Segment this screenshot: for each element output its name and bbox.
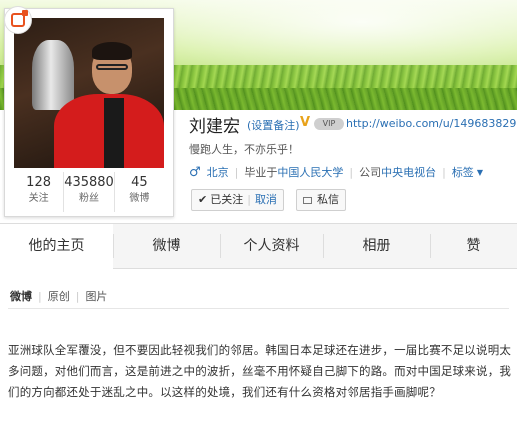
avatar-trophy xyxy=(32,40,74,110)
follow-status-button[interactable]: ✔ 已关注 | 取消 xyxy=(191,189,284,211)
feed-filter: 微博 | 原创 | 图片 xyxy=(10,288,108,304)
private-message-button[interactable]: 私信 xyxy=(296,189,346,211)
profile-card: 128 关注 435880 粉丝 45 微博 xyxy=(4,8,174,217)
followed-label: 已关注 xyxy=(210,193,244,206)
company-link[interactable]: 中央电视台 xyxy=(381,164,436,180)
mail-icon xyxy=(303,196,312,204)
profile-meta: ♂ 北京 | 毕业于 中国人民大学 | 公司 中央电视台 | 标签 ▼ xyxy=(189,164,483,180)
profile-url[interactable]: http://weibo.com/u/1496838293 xyxy=(346,117,517,130)
avatar[interactable] xyxy=(14,18,164,168)
education-prefix: 毕业于 xyxy=(244,166,278,179)
check-icon: ✔ xyxy=(198,193,208,206)
tab-weibo[interactable]: 微博 xyxy=(113,224,220,268)
chevron-down-icon[interactable]: ▼ xyxy=(477,168,483,177)
filter-original[interactable]: 原创 xyxy=(48,288,70,304)
unfollow-link[interactable]: 取消 xyxy=(255,190,277,210)
post-text: 亚洲球队全军覆没，但不要因此轻视我们的邻居。韩国日本足球还在进步，一届比赛不足以… xyxy=(8,343,512,399)
set-remark-link[interactable]: (设置备注) xyxy=(247,117,300,133)
private-message-label: 私信 xyxy=(317,193,339,206)
tab-home[interactable]: 他的主页 xyxy=(0,224,113,269)
profile-tabs: 他的主页 微博 个人资料 相册 赞 xyxy=(0,223,517,269)
avatar-hair xyxy=(92,42,132,60)
stat-following-value: 128 xyxy=(26,175,51,190)
profile-bio: 慢跑人生，不亦乐乎！ xyxy=(189,143,299,156)
vip-badge[interactable]: VIP xyxy=(314,118,344,130)
verified-icon: V xyxy=(300,115,311,130)
stat-followers-label: 粉丝 xyxy=(79,193,99,204)
location-link[interactable]: 北京 xyxy=(207,164,229,180)
profile-name: 刘建宏 xyxy=(189,117,240,137)
avatar-glasses xyxy=(96,64,128,70)
stat-followers-value: 435880 xyxy=(64,175,114,190)
tags-dropdown[interactable]: 标签 xyxy=(452,164,474,180)
male-icon: ♂ xyxy=(189,164,201,180)
stat-following-label: 关注 xyxy=(28,193,49,204)
stats-bar: 128 关注 435880 粉丝 45 微博 xyxy=(14,172,164,212)
stat-followers[interactable]: 435880 粉丝 xyxy=(64,172,115,212)
school-link[interactable]: 中国人民大学 xyxy=(277,164,343,180)
stat-posts-label: 微博 xyxy=(129,193,150,204)
divider xyxy=(8,308,509,309)
tab-likes[interactable]: 赞 xyxy=(430,224,517,268)
stat-posts[interactable]: 45 微博 xyxy=(115,172,164,212)
tab-profile[interactable]: 个人资料 xyxy=(220,224,323,268)
filter-pictures[interactable]: 图片 xyxy=(85,288,107,304)
filter-weibo[interactable]: 微博 xyxy=(10,288,32,304)
stat-posts-value: 45 xyxy=(131,175,148,190)
avatar-shirt xyxy=(104,98,124,168)
tab-album[interactable]: 相册 xyxy=(323,224,430,268)
share-logo-icon[interactable] xyxy=(4,6,32,34)
company-prefix: 公司 xyxy=(359,166,382,179)
stat-following[interactable]: 128 关注 xyxy=(14,172,65,212)
